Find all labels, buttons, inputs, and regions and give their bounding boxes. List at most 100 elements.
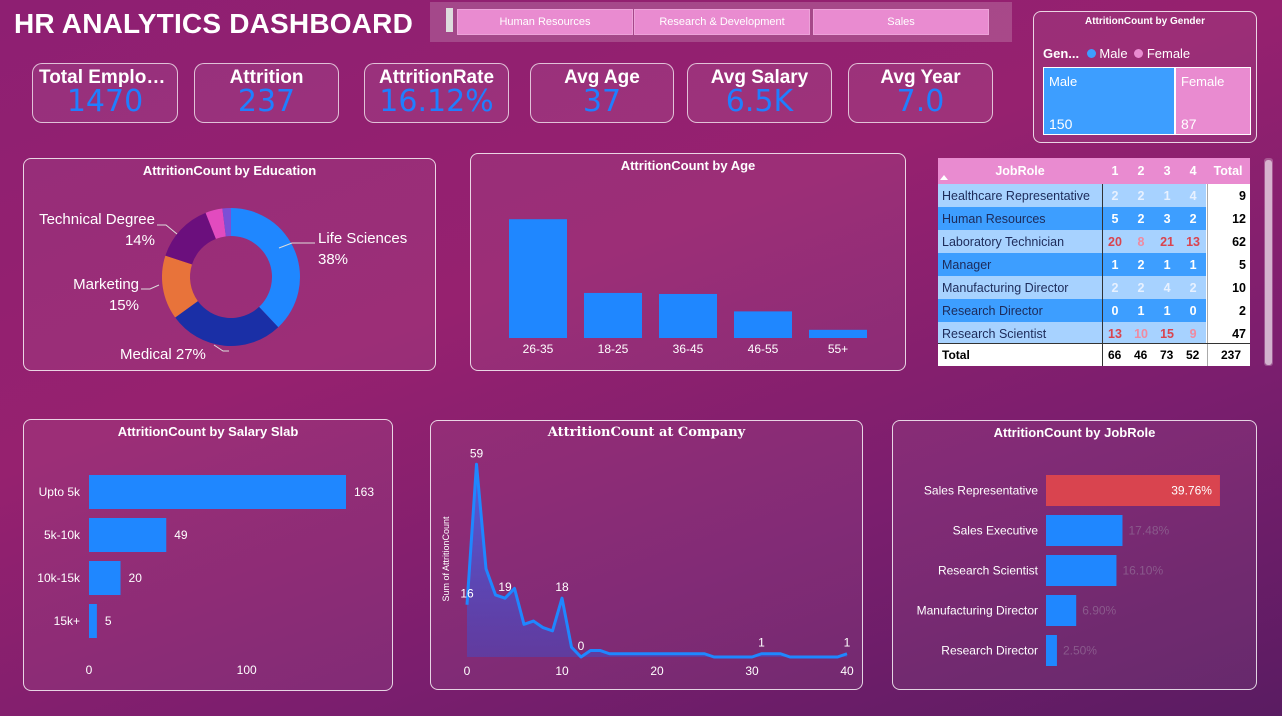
matrix-cell: 13 bbox=[1108, 326, 1122, 341]
legend-item-male[interactable]: Male bbox=[1099, 46, 1127, 61]
kpi-value: 237 bbox=[237, 84, 296, 119]
data-label: 0 bbox=[578, 639, 585, 653]
matrix-row-label: Laboratory Technician bbox=[942, 234, 1065, 249]
header-3[interactable]: 3 bbox=[1154, 158, 1180, 184]
matrix-cell: 2 bbox=[1137, 188, 1145, 203]
matrix-cell: 4 bbox=[1189, 188, 1197, 203]
column-divider bbox=[1102, 184, 1103, 366]
slice-label: Life Sciences bbox=[318, 230, 407, 247]
dept-button-research-development[interactable]: Research & Development bbox=[634, 9, 810, 35]
x-tick-label: 0 bbox=[464, 664, 471, 678]
dept-button-sales[interactable]: Sales bbox=[813, 9, 989, 35]
matrix-row-label: Manufacturing Director bbox=[942, 280, 1069, 295]
dept-button-human-resources[interactable]: Human Resources bbox=[457, 9, 633, 35]
jobrole-bar bbox=[1046, 515, 1123, 546]
slicer-handle[interactable] bbox=[446, 8, 453, 32]
jobrole-tick-label: Research Scientist bbox=[938, 564, 1039, 578]
salary-value-label: 49 bbox=[174, 528, 188, 542]
age-chart-card: AttritionCount by Age 26-35 18-25 36-45 46-… bbox=[470, 153, 906, 371]
legend-item-female[interactable]: Female bbox=[1147, 46, 1190, 61]
matrix-cell: 2 bbox=[1137, 211, 1145, 226]
treemap-female[interactable]: Female 87 bbox=[1175, 67, 1251, 135]
matrix-cell: 2 bbox=[1111, 188, 1119, 203]
legend-title: Gen... bbox=[1043, 46, 1080, 61]
matrix-cell: 21 bbox=[1160, 234, 1174, 249]
salary-value-label: 5 bbox=[105, 614, 112, 628]
matrix-row[interactable]: Laboratory Technician 20 8 21 13 62 bbox=[938, 230, 1250, 253]
matrix-row-label: Healthcare Representative bbox=[942, 188, 1090, 203]
matrix-header-row: JobRole 1 2 3 4 Total bbox=[938, 158, 1250, 184]
x-tick-label: 20 bbox=[650, 664, 664, 678]
matrix-row-label: Research Director bbox=[942, 303, 1043, 318]
header-jobrole[interactable]: JobRole bbox=[938, 158, 1102, 184]
slice-label: Technical Degree bbox=[39, 211, 155, 228]
matrix-row[interactable]: Research Director 0 1 1 0 2 bbox=[938, 299, 1250, 322]
matrix-row[interactable]: Manager 1 2 1 1 5 bbox=[938, 253, 1250, 276]
slice-label: 14% bbox=[125, 232, 155, 249]
matrix-cell: 15 bbox=[1160, 326, 1174, 341]
data-label: 18 bbox=[555, 580, 569, 594]
matrix-cell: 1 bbox=[1163, 188, 1171, 203]
x-tick-label: 40 bbox=[840, 664, 854, 678]
header-1[interactable]: 1 bbox=[1102, 158, 1128, 184]
donut-slice bbox=[231, 208, 300, 328]
legend-dot-female bbox=[1134, 49, 1144, 58]
matrix-total-row: Total 66 46 73 52 237 bbox=[938, 344, 1250, 366]
matrix-row-label: Human Resources bbox=[942, 211, 1046, 226]
salary-x-tick: 100 bbox=[237, 663, 257, 677]
matrix-cell: 1 bbox=[1137, 303, 1145, 318]
treemap-male-label: Male bbox=[1049, 74, 1078, 89]
jobrole-value-label: 17.48% bbox=[1128, 524, 1169, 538]
matrix-row-total: 10 bbox=[1206, 276, 1250, 299]
donut-slice bbox=[165, 212, 216, 265]
header-total[interactable]: Total bbox=[1206, 158, 1250, 184]
header-2[interactable]: 2 bbox=[1128, 158, 1154, 184]
company-chart-card: AttritionCount at Company 16 59 19 18 0 1 1 0 10… bbox=[430, 420, 863, 690]
jobrole-value-label: 6.90% bbox=[1082, 604, 1116, 618]
salary-bar bbox=[89, 518, 167, 552]
matrix-row-total: 47 bbox=[1206, 322, 1250, 345]
matrix-cell: 2 bbox=[1137, 257, 1145, 272]
data-label: 59 bbox=[470, 446, 484, 460]
age-tick-label: 55+ bbox=[828, 342, 848, 356]
matrix-scrollbar[interactable] bbox=[1264, 158, 1273, 366]
treemap-male[interactable]: Male 150 bbox=[1043, 67, 1175, 135]
kpi-value: 37 bbox=[582, 84, 622, 119]
matrix-cell: 0 bbox=[1189, 303, 1197, 318]
matrix-row[interactable]: Healthcare Representative 2 2 1 4 9 bbox=[938, 184, 1250, 207]
matrix-row[interactable]: Human Resources 5 2 3 2 12 bbox=[938, 207, 1250, 230]
jobrole-tick-label: Sales Representative bbox=[924, 484, 1038, 498]
matrix-cell: 5 bbox=[1111, 211, 1119, 226]
salary-bar bbox=[89, 604, 97, 638]
page-title: HR ANALYTICS DASHBOARD bbox=[14, 8, 414, 39]
age-bar bbox=[659, 293, 717, 338]
data-label: 1 bbox=[758, 636, 765, 650]
age-bar-chart: 26-35 18-25 36-45 46-55 55+ bbox=[509, 219, 867, 356]
age-bar bbox=[734, 311, 792, 338]
data-label: 19 bbox=[498, 580, 512, 594]
header-4[interactable]: 4 bbox=[1180, 158, 1206, 184]
slice-label: 38% bbox=[318, 251, 348, 268]
matrix-row[interactable]: Manufacturing Director 2 2 4 2 10 bbox=[938, 276, 1250, 299]
scrollbar-thumb[interactable] bbox=[1265, 160, 1272, 365]
data-label: 1 bbox=[844, 636, 851, 650]
kpi-avg-salary: Avg Salary 6.5K bbox=[687, 63, 832, 123]
column-divider bbox=[1207, 184, 1208, 366]
kpi-value: 6.5K bbox=[725, 84, 794, 119]
department-slicer: Human Resources Research & Development S… bbox=[430, 2, 1012, 42]
matrix-cell: 3 bbox=[1163, 211, 1171, 226]
matrix-row-total: 12 bbox=[1206, 207, 1250, 230]
kpi-value: 7.0 bbox=[896, 84, 945, 119]
jobrole-value-label: 39.76% bbox=[1171, 484, 1212, 498]
matrix-row[interactable]: Research Scientist 13 10 15 9 47 bbox=[938, 322, 1250, 345]
salary-bar bbox=[89, 475, 346, 509]
jobrole-tick-label: Sales Executive bbox=[953, 524, 1039, 538]
treemap-female-label: Female bbox=[1181, 74, 1225, 89]
age-tick-label: 36-45 bbox=[673, 342, 704, 356]
leader-line bbox=[213, 344, 229, 352]
jobrole-value-label: 16.10% bbox=[1122, 564, 1163, 578]
matrix-row-total: 9 bbox=[1206, 184, 1250, 207]
salary-value-label: 20 bbox=[129, 571, 143, 585]
education-chart-card: AttritionCount by Education Life Science… bbox=[23, 158, 436, 371]
sort-arrow-icon[interactable] bbox=[940, 175, 948, 180]
